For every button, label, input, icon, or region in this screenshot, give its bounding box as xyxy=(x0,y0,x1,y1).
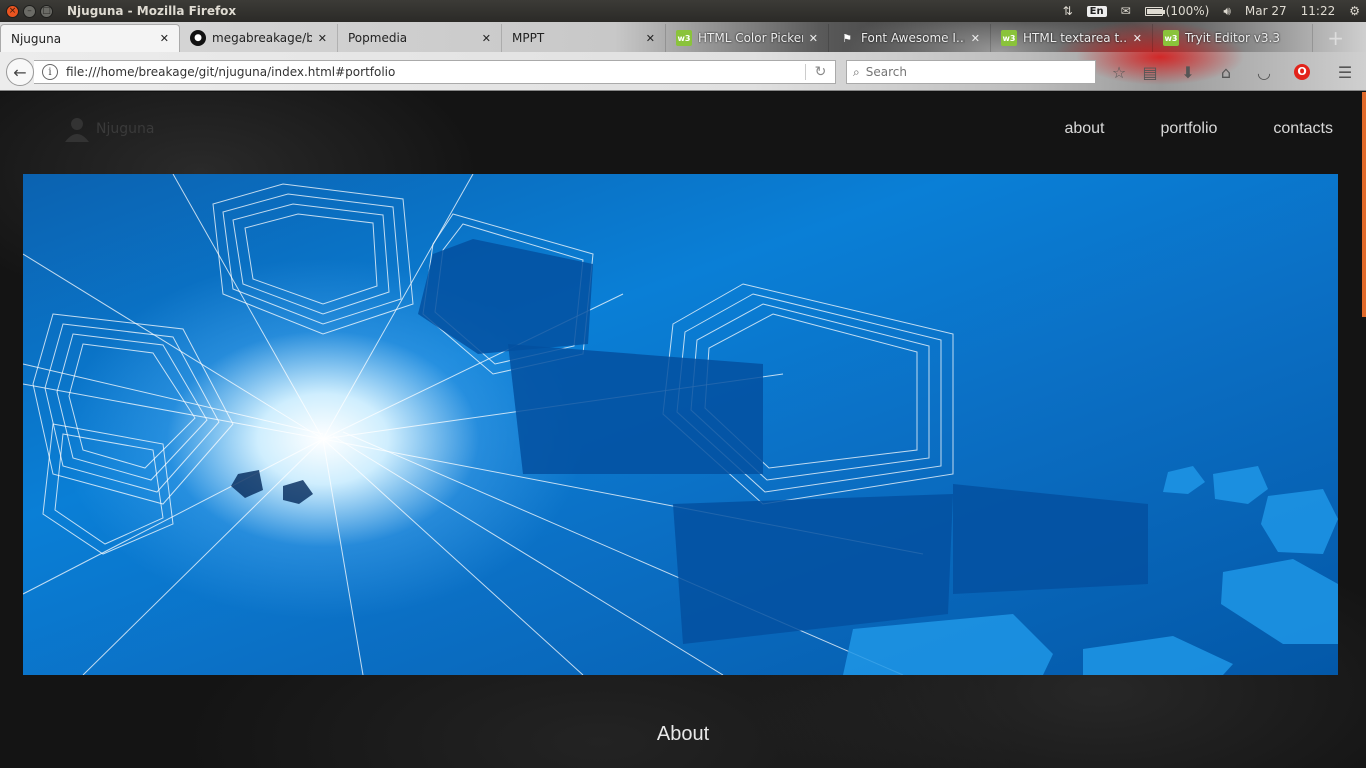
mail-icon[interactable]: ✉ xyxy=(1121,4,1131,18)
user-avatar-icon xyxy=(65,118,89,142)
home-icon[interactable]: ⌂ xyxy=(1214,60,1238,84)
site-nav: about portfolio contacts xyxy=(1064,120,1333,138)
system-top-panel: × – □ Njuguna - Mozilla Firefox ⇅ En ✉ (… xyxy=(0,0,1366,22)
tab-html-color-picker[interactable]: w3 HTML Color Picker ✕ xyxy=(666,24,829,52)
tab-label: MPPT xyxy=(512,31,545,45)
page-scrollbar[interactable] xyxy=(1362,92,1366,317)
search-icon: ⌕ xyxy=(853,64,860,79)
pocket-icon[interactable]: ◡ xyxy=(1252,60,1276,84)
battery-icon xyxy=(1144,6,1165,16)
window-title: Njuguna - Mozilla Firefox xyxy=(67,4,237,18)
tab-tryit-editor[interactable]: w3 Tryit Editor v3.3 xyxy=(1153,24,1313,52)
tab-font-awesome[interactable]: ⚑ Font Awesome I… ✕ xyxy=(829,24,991,52)
opera-icon[interactable]: O xyxy=(1290,60,1314,84)
close-tab-icon[interactable]: ✕ xyxy=(646,32,655,45)
nav-link-portfolio[interactable]: portfolio xyxy=(1160,120,1217,138)
indicator-area: ⇅ En ✉ (100%) 🔊︎ Mar 27 11:22 ⚙ xyxy=(1063,0,1360,22)
network-icon[interactable]: ⇅ xyxy=(1063,4,1073,18)
window-controls: × – □ xyxy=(6,4,53,18)
minimize-window-button[interactable]: – xyxy=(23,4,36,18)
tab-label: Font Awesome I… xyxy=(861,31,965,45)
battery-indicator[interactable]: (100%) xyxy=(1144,4,1210,18)
tab-label: Tryit Editor v3.3 xyxy=(1185,31,1280,45)
flag-icon: ⚑ xyxy=(842,31,852,45)
brand-name: Njuguna xyxy=(96,121,155,137)
close-tab-icon[interactable]: ✕ xyxy=(1133,32,1142,45)
w3schools-icon: w3 xyxy=(676,30,692,46)
tab-megabreakage[interactable]: ● megabreakage/b… ✕ xyxy=(180,24,338,52)
battery-percent: (100%) xyxy=(1165,4,1210,18)
clock-label[interactable]: 11:22 xyxy=(1301,4,1336,18)
tab-mppt[interactable]: MPPT ✕ xyxy=(502,24,666,52)
hero-banner-image xyxy=(23,174,1338,675)
url-bar[interactable]: i file:///home/breakage/git/njuguna/inde… xyxy=(34,60,836,84)
back-arrow-icon[interactable]: ← xyxy=(6,58,34,86)
tab-label: megabreakage/b… xyxy=(212,31,312,45)
keyboard-layout-indicator[interactable]: En xyxy=(1086,5,1107,17)
volume-icon[interactable]: 🔊︎ xyxy=(1223,4,1231,19)
tab-label: HTML Color Picker xyxy=(698,31,803,45)
tab-label: Popmedia xyxy=(348,31,408,45)
site-brand[interactable]: Njuguna xyxy=(62,114,154,144)
close-tab-icon[interactable]: ✕ xyxy=(809,32,818,45)
tab-popmedia[interactable]: Popmedia ✕ xyxy=(338,24,502,52)
hexagon-wireframe-graphic xyxy=(23,174,1338,675)
url-text[interactable]: file:///home/breakage/git/njuguna/index.… xyxy=(66,65,805,79)
nav-link-about[interactable]: about xyxy=(1064,120,1104,138)
search-input[interactable] xyxy=(865,65,1066,79)
settings-gear-icon[interactable]: ⚙ xyxy=(1349,4,1360,18)
close-tab-icon[interactable]: ✕ xyxy=(160,32,169,45)
github-icon: ● xyxy=(190,30,206,46)
about-section-heading: About xyxy=(656,723,710,745)
web-page: Njuguna about portfolio contacts About xyxy=(0,92,1366,768)
navigation-toolbar: ← i file:///home/breakage/git/njuguna/in… xyxy=(0,52,1366,91)
new-tab-plus-icon[interactable]: + xyxy=(1327,26,1344,50)
hamburger-menu-icon[interactable]: ☰ xyxy=(1333,60,1357,84)
reading-list-icon[interactable]: ▤ xyxy=(1138,60,1162,84)
download-arrow-icon[interactable]: ⬇ xyxy=(1176,60,1200,84)
date-label[interactable]: Mar 27 xyxy=(1245,4,1287,18)
tab-njuguna[interactable]: Njuguna ✕ xyxy=(0,24,180,52)
reload-icon[interactable]: ↻ xyxy=(805,64,835,80)
close-tab-icon[interactable]: ✕ xyxy=(971,32,980,45)
tab-html-textarea[interactable]: w3 HTML textarea t… ✕ xyxy=(991,24,1153,52)
tab-strip: Njuguna ✕ ● megabreakage/b… ✕ Popmedia ✕… xyxy=(0,22,1366,52)
site-info-icon[interactable]: i xyxy=(42,64,58,80)
w3schools-icon: w3 xyxy=(1001,30,1017,46)
close-tab-icon[interactable]: ✕ xyxy=(318,32,327,45)
tab-label: HTML textarea t… xyxy=(1023,31,1127,45)
bookmark-star-icon[interactable]: ☆ xyxy=(1107,60,1131,84)
close-tab-icon[interactable]: ✕ xyxy=(482,32,491,45)
maximize-window-button[interactable]: □ xyxy=(40,4,53,18)
search-bar[interactable]: ⌕ xyxy=(846,60,1096,84)
close-window-button[interactable]: × xyxy=(6,4,19,18)
w3schools-icon: w3 xyxy=(1163,30,1179,46)
tab-label: Njuguna xyxy=(11,31,62,46)
nav-link-contacts[interactable]: contacts xyxy=(1273,120,1333,138)
